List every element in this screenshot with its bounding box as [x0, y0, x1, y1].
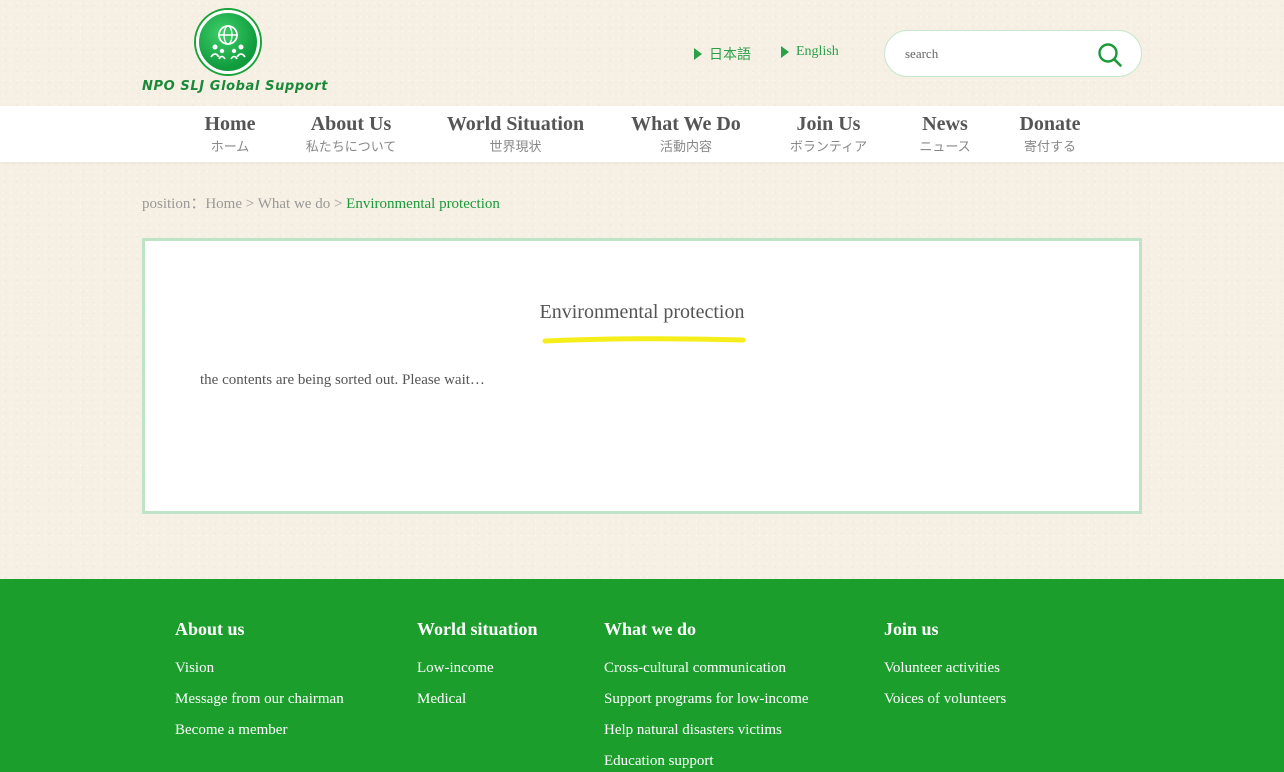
globe-hands-logo-icon: [196, 10, 260, 74]
search-input[interactable]: [905, 43, 1085, 65]
footer-column-what-we-do: What we do Cross-cultural communication …: [604, 619, 809, 772]
nav-item-about-us[interactable]: About Us 私たちについて: [295, 106, 407, 162]
content-body-text: the contents are being sorted out. Pleas…: [200, 372, 485, 388]
footer-column-title[interactable]: Join us: [884, 619, 1006, 639]
triangle-right-icon: [694, 48, 702, 60]
nav-item-what-we-do[interactable]: What We Do 活動内容: [625, 106, 747, 162]
footer-link[interactable]: Education support: [604, 752, 809, 770]
nav-item-donate[interactable]: Donate 寄付する: [1010, 106, 1090, 162]
logo-text: NPO SLJ Global Support: [142, 79, 329, 94]
footer-link[interactable]: Support programs for low-income: [604, 690, 809, 708]
footer-column-join-us: Join us Volunteer activities Voices of v…: [884, 619, 1006, 721]
breadcrumb-home-link[interactable]: Home: [205, 196, 242, 212]
footer-link[interactable]: Message from our chairman: [175, 690, 344, 708]
nav-label-ja: ホーム: [210, 140, 250, 155]
footer-link[interactable]: Help natural disasters victims: [604, 721, 809, 739]
search-box: [884, 30, 1142, 77]
footer-column-title[interactable]: What we do: [604, 619, 809, 639]
nav-label-en: World Situation: [446, 113, 585, 135]
nav-label-ja: ボランティア: [789, 140, 868, 155]
breadcrumb: position：Home > What we do > Environment…: [142, 192, 500, 213]
breadcrumb-separator: >: [242, 196, 258, 212]
footer-column-world-situation: World situation Low-income Medical: [417, 619, 538, 721]
title-underline-highlight: [542, 336, 746, 344]
nav-label-ja: 活動内容: [659, 140, 712, 155]
site-logo[interactable]: NPO SLJ Global Support: [142, 10, 329, 98]
nav-item-home[interactable]: Home ホーム: [190, 106, 270, 162]
search-icon[interactable]: [1097, 42, 1123, 68]
triangle-right-icon: [781, 46, 789, 58]
nav-item-join-us[interactable]: Join Us ボランティア: [780, 106, 877, 162]
site-header: NPO SLJ Global Support 日本語 English: [0, 0, 1284, 106]
breadcrumb-section-link[interactable]: What we do: [258, 196, 330, 212]
footer-link[interactable]: Volunteer activities: [884, 659, 1006, 677]
nav-label-en: What We Do: [631, 113, 741, 135]
nav-label-ja: 寄付する: [1023, 140, 1076, 155]
nav-label-en: About Us: [310, 113, 392, 135]
breadcrumb-separator: >: [330, 196, 347, 212]
main-nav: Home ホーム About Us 私たちについて World Situatio…: [0, 106, 1284, 162]
nav-label-en: Join Us: [796, 113, 861, 135]
nav-label-ja: ニュース: [919, 140, 971, 155]
nav-label-en: News: [922, 113, 968, 135]
footer-column-about-us: About us Vision Message from our chairma…: [175, 619, 344, 752]
footer-link[interactable]: Medical: [417, 690, 538, 708]
language-label: 日本語: [709, 48, 751, 63]
footer-link[interactable]: Cross-cultural communication: [604, 659, 809, 677]
footer-link[interactable]: Vision: [175, 659, 344, 677]
site-footer: About us Vision Message from our chairma…: [0, 579, 1284, 772]
content-panel: Environmental protection the contents ar…: [142, 238, 1142, 514]
footer-link[interactable]: Voices of volunteers: [884, 690, 1006, 708]
nav-label-ja: 世界現状: [489, 140, 542, 155]
footer-column-title[interactable]: World situation: [417, 619, 538, 639]
footer-link[interactable]: Low-income: [417, 659, 538, 677]
language-japanese-link[interactable]: 日本語: [694, 44, 751, 64]
nav-label-en: Home: [204, 113, 256, 135]
footer-column-title[interactable]: About us: [175, 619, 344, 639]
breadcrumb-prefix: position：: [142, 196, 206, 212]
nav-item-world-situation[interactable]: World Situation 世界現状: [440, 106, 591, 162]
breadcrumb-current: Environmental protection: [346, 196, 500, 212]
language-label: English: [796, 44, 839, 59]
nav-label-en: Donate: [1019, 113, 1081, 135]
page-title: Environmental protection: [539, 301, 745, 323]
language-english-link[interactable]: English: [781, 44, 839, 60]
nav-item-news[interactable]: News ニュース: [910, 106, 980, 162]
nav-label-ja: 私たちについて: [305, 140, 397, 155]
footer-link[interactable]: Become a member: [175, 721, 344, 739]
